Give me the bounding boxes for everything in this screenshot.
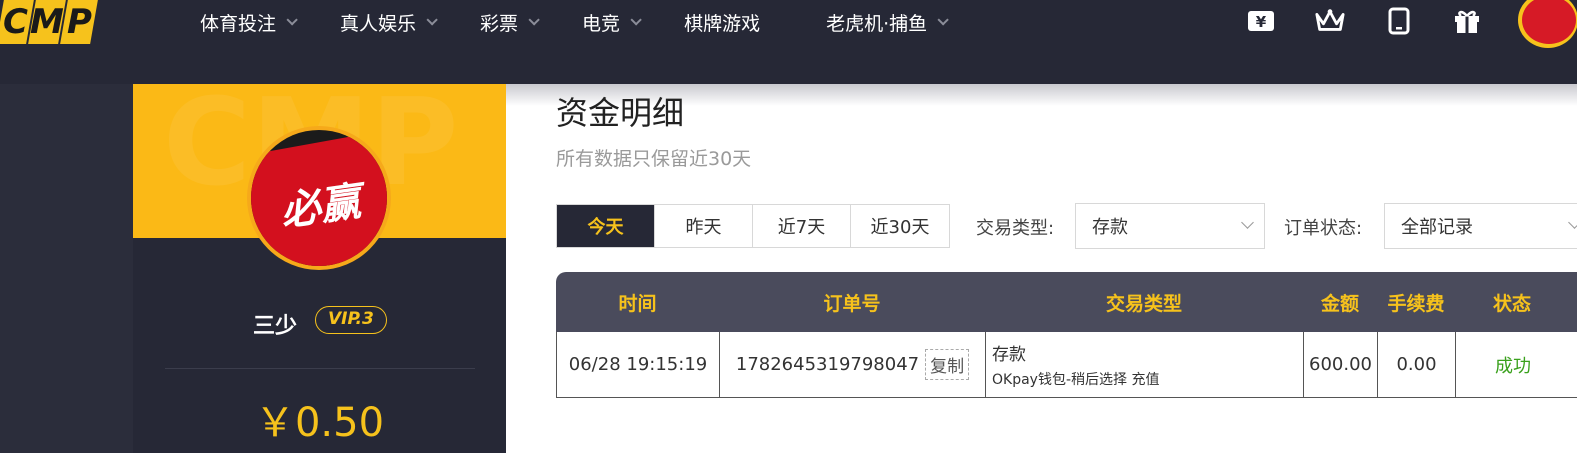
nav-item-card-games[interactable]: 棋牌游戏: [684, 9, 760, 36]
vip-badge: VIP.3: [315, 306, 387, 334]
nav-label: 棋牌游戏: [684, 12, 761, 35]
logo-letter-c: C: [2, 2, 28, 42]
copy-button[interactable]: 复制: [925, 349, 970, 380]
fund-details-panel: 资金明细 所有数据只保留近30天 今天 昨天 近7天 近30天 交易类型: 存款…: [506, 84, 1577, 453]
table-row: 06/28 19:15:19 1782645319798047 复制 存款 OK…: [556, 332, 1577, 398]
divider: [165, 368, 475, 369]
transaction-type-label: 交易类型:: [976, 218, 1055, 239]
gift-icon[interactable]: [1452, 6, 1482, 36]
select-value: 全部记录: [1401, 217, 1473, 238]
yen-wallet-icon[interactable]: ¥: [1246, 6, 1276, 36]
tab-yesterday[interactable]: 昨天: [655, 205, 753, 247]
nav-item-slots-fishing[interactable]: 老虎机·捕鱼: [826, 9, 949, 36]
profile-avatar: 必赢: [247, 126, 391, 270]
order-status-select[interactable]: 全部记录: [1384, 203, 1577, 249]
column-header-fee: 手续费: [1387, 292, 1445, 315]
crown-icon[interactable]: [1315, 6, 1345, 36]
column-header-amount: 金额: [1320, 292, 1359, 315]
column-header-status: 状态: [1492, 292, 1531, 315]
nav-item-sports[interactable]: 体育投注: [200, 9, 298, 36]
table-header: 时间 订单号 交易类型 金额 手续费 状态: [556, 272, 1577, 332]
column-header-time: 时间: [618, 292, 657, 315]
column-header-type: 交易类型: [1105, 292, 1182, 315]
page-title: 资金明细: [556, 94, 685, 132]
tablet-icon[interactable]: [1384, 6, 1414, 36]
avatar-ring: 必赢: [251, 130, 387, 266]
transaction-type-select[interactable]: 存款: [1075, 203, 1265, 249]
order-status-label: 订单状态:: [1284, 218, 1363, 239]
order-number: 1782645319798047: [735, 354, 920, 375]
cell-amount: 600.00: [1304, 332, 1378, 397]
cell-order-no: 1782645319798047 复制: [720, 332, 986, 397]
app-root: C M P 体育投注 真人娱乐 彩票 电竞 棋牌游戏 老虎机·捕鱼 ¥ 必赢 三…: [0, 0, 1577, 453]
nav-item-live-casino[interactable]: 真人娱乐: [340, 9, 438, 36]
tab-today[interactable]: 今天: [557, 205, 655, 247]
logo-letter-m: M: [30, 2, 64, 42]
cell-fee: 0.00: [1378, 332, 1456, 397]
type-primary: 存款: [992, 345, 1026, 365]
chevron-down-icon: [1568, 216, 1577, 229]
main-nav: 体育投注 真人娱乐 彩票 电竞 棋牌游戏 老虎机·捕鱼: [200, 0, 949, 44]
nav-label: 老虎机·捕鱼: [826, 12, 928, 35]
user-avatar-button[interactable]: [1518, 0, 1577, 48]
cell-type: 存款 OKpay钱包-稍后选择 充值: [986, 332, 1304, 397]
select-value: 存款: [1092, 217, 1128, 238]
type-detail: OKpay钱包-稍后选择 充值: [992, 372, 1160, 388]
avatar: [1522, 0, 1576, 44]
balance-amount: ￥0.50: [254, 400, 385, 446]
chevron-down-icon: [1241, 216, 1254, 229]
cell-status: 成功: [1495, 355, 1531, 377]
svg-text:¥: ¥: [1256, 13, 1267, 31]
column-header-order-no: 订单号: [823, 292, 881, 315]
nav-label: 电竞: [582, 12, 621, 35]
logo-letter-p: P: [66, 2, 92, 42]
cell-time: 06/28 19:15:19: [557, 332, 720, 397]
chevron-down-icon: [937, 14, 949, 26]
nav-label: 体育投注: [200, 12, 277, 35]
cmp-logo[interactable]: C M P: [0, 0, 98, 44]
chevron-down-icon: [426, 14, 438, 26]
tab-7-days[interactable]: 近7天: [753, 205, 851, 247]
profile-panel: CMP 必赢 三少 VIP.3 ￥0.50: [133, 84, 506, 453]
chevron-down-icon: [286, 14, 298, 26]
top-navigation-bar: C M P 体育投注 真人娱乐 彩票 电竞 棋牌游戏 老虎机·捕鱼 ¥: [0, 0, 1577, 84]
nav-label: 真人娱乐: [340, 12, 417, 35]
nav-item-esports[interactable]: 电竞: [582, 9, 642, 36]
logo-block: P: [60, 0, 98, 44]
page-subtitle: 所有数据只保留近30天: [556, 148, 752, 170]
date-range-tabs: 今天 昨天 近7天 近30天: [556, 204, 950, 248]
chevron-down-icon: [528, 14, 540, 26]
username: 三少: [253, 314, 298, 339]
chevron-down-icon: [630, 14, 642, 26]
nav-label: 彩票: [480, 12, 519, 35]
nav-item-lottery[interactable]: 彩票: [480, 9, 540, 36]
tab-30-days[interactable]: 近30天: [851, 205, 949, 247]
